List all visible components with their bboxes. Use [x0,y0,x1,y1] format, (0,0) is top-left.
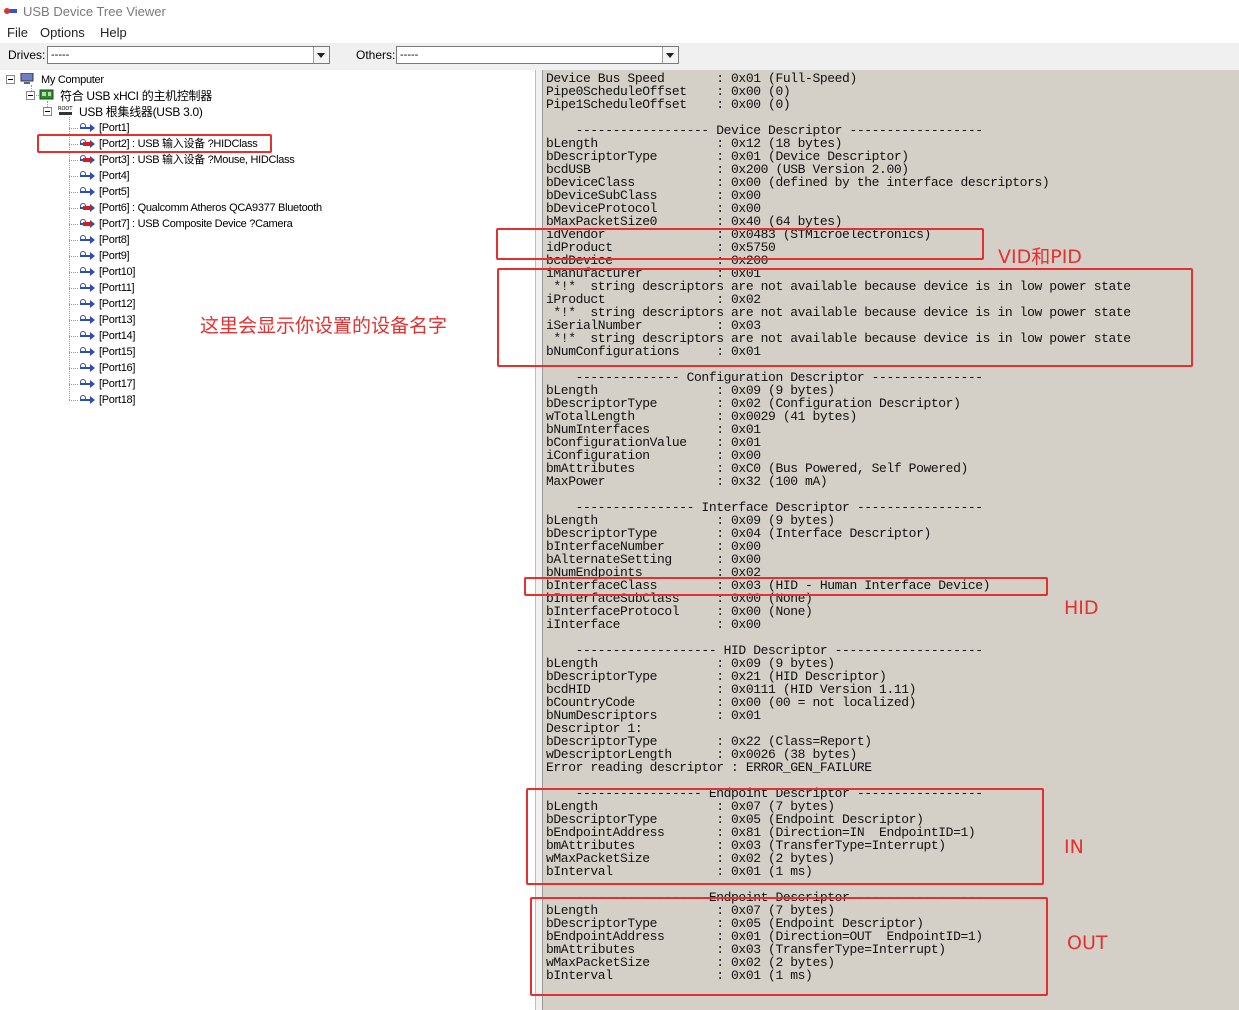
usb-port-icon [79,266,95,278]
chevron-down-icon[interactable] [662,47,678,63]
annotation-strings-box [497,268,1193,367]
menu-options[interactable]: Options [40,25,85,40]
usb-device-icon [79,154,95,166]
annotation-in-label: IN [1064,836,1084,858]
usb-port-icon [79,346,95,358]
annotation-hid-label: HID [1064,597,1099,619]
annotation-vid-pid-label: VID和PID [998,246,1082,268]
usb-tree-icon [4,8,17,14]
usb-port-icon [79,394,95,406]
drives-combobox[interactable]: ----- [47,46,330,64]
title-bar: USB Device Tree Viewer [0,0,1239,22]
usb-port-icon [79,298,95,310]
others-combobox[interactable]: ----- [396,46,679,64]
annotation-vid-pid-box [496,228,984,260]
computer-icon [20,73,34,84]
svg-text:ROOT: ROOT [58,106,73,112]
window-title: USB Device Tree Viewer [23,4,166,19]
chevron-down-icon[interactable] [313,47,329,63]
usb-port-icon [79,378,95,390]
usb-port-icon [79,314,95,326]
annotation-out-label: OUT [1067,932,1108,954]
root-hub-icon: ROOT [58,106,73,115]
annotation-out-endpoint-box [530,897,1048,996]
usb-port-icon [79,122,95,134]
device-tree[interactable]: My Computer 符合 USB xHCI 的主机控制器 ROOT USB … [0,70,536,1010]
others-value: ----- [400,49,419,61]
usb-port-icon [79,330,95,342]
collapse-toggle[interactable] [26,91,35,100]
menu-help[interactable]: Help [100,25,127,40]
host-controller-icon [39,89,54,100]
usb-port-icon [79,170,95,182]
annotation-hid-box [524,577,1048,596]
usb-port-icon [79,186,95,198]
annotation-in-endpoint-box [526,788,1044,885]
others-label: Others: [356,48,396,62]
usb-port-icon [79,234,95,246]
annotation-port2-box [37,134,272,153]
menu-bar: File Options Help [0,22,1239,43]
drives-label: Drives: [8,48,46,62]
drives-value: ----- [51,49,70,61]
collapse-toggle[interactable] [6,75,15,84]
annotation-device-name-note: 这里会显示你设置的设备名字 [200,315,448,337]
usb-device-icon [79,218,95,230]
usb-port-icon [79,250,95,262]
collapse-toggle[interactable] [43,107,52,116]
usb-port-icon [79,362,95,374]
menu-file[interactable]: File [7,25,28,40]
usb-device-icon [79,202,95,214]
usb-port-icon [79,282,95,294]
toolbar: Drives: ----- Others: ----- [0,43,1239,71]
